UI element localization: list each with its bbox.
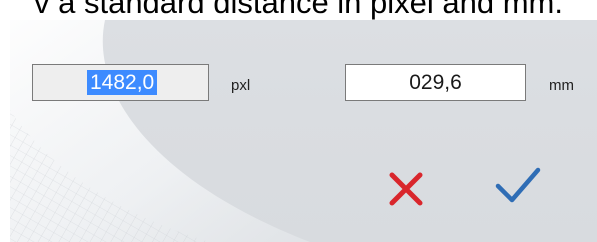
dialog-background-swoosh <box>10 20 310 242</box>
checkmark-icon <box>495 167 541 203</box>
millimeter-unit-label: mm <box>549 77 574 94</box>
close-icon <box>389 172 423 206</box>
confirm-button[interactable] <box>494 164 542 208</box>
millimeter-distance-input[interactable]: 029,6 <box>345 64 526 101</box>
pixel-distance-value: 1482,0 <box>87 70 158 95</box>
pixel-unit-label: pxl <box>231 77 251 94</box>
calibration-dialog: 1482,0 pxl 029,6 mm <box>10 20 597 242</box>
cancel-button[interactable] <box>382 167 430 211</box>
pixel-distance-input[interactable]: 1482,0 <box>32 64 209 101</box>
caption-text: v a standard distance in pixel and mm. <box>34 0 563 20</box>
millimeter-distance-value: 029,6 <box>409 71 462 94</box>
screenshot: v a standard distance in pixel and mm. 1… <box>0 0 597 242</box>
